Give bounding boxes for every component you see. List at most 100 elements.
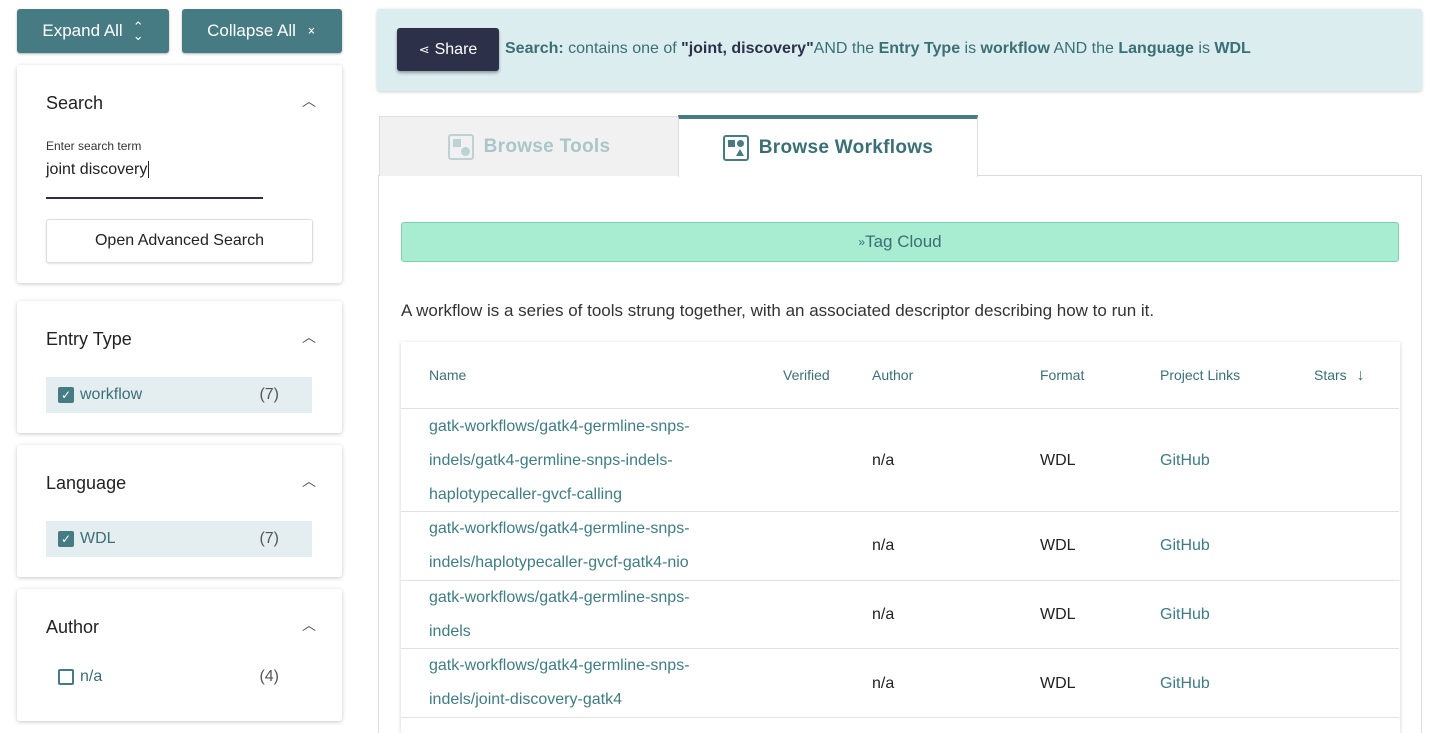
query-terms: "joint, discovery" bbox=[681, 40, 814, 57]
name-line: haplotypecaller-gvcf-calling bbox=[429, 486, 622, 503]
search-card-title: Search bbox=[46, 93, 104, 113]
language-title: Language bbox=[46, 473, 127, 493]
facet-label: workflow bbox=[80, 386, 143, 403]
entry-type-card: Entry Type ︿ ✓ workflow (7) bbox=[17, 301, 342, 433]
sort-arrow-down-icon: ↓ bbox=[1356, 367, 1365, 384]
column-header-format[interactable]: Format bbox=[1040, 367, 1084, 383]
workflow-name-link[interactable]: gatk-workflows/gatk4-germline-snps- inde… bbox=[429, 410, 729, 512]
chevron-up-icon[interactable]: ︿ bbox=[302, 615, 316, 635]
query-prefix: Search: bbox=[505, 40, 564, 57]
name-line: indels bbox=[429, 623, 471, 640]
panel-left-border bbox=[378, 175, 379, 733]
author-cell: n/a bbox=[872, 675, 895, 692]
github-link[interactable]: GitHub bbox=[1160, 675, 1210, 693]
facet-count: (7) bbox=[259, 386, 279, 403]
expand-all-button[interactable]: Expand All ⌃ ⌄ bbox=[17, 9, 169, 53]
checkbox-checked-icon[interactable]: ✓ bbox=[58, 531, 74, 547]
tab-browse-workflows[interactable]: Browse Workflows bbox=[678, 115, 978, 177]
collapse-all-button[interactable]: Collapse All ⌄ ⌃ bbox=[182, 9, 342, 53]
tab-label: Browse Tools bbox=[483, 135, 611, 157]
workflows-icon bbox=[722, 135, 749, 161]
share-icon: ⋖ bbox=[418, 41, 430, 57]
open-advanced-search-button[interactable]: Open Advanced Search bbox=[46, 219, 313, 263]
chevron-up-icon[interactable]: ︿ bbox=[302, 91, 316, 111]
double-chevron-down-icon: » bbox=[858, 235, 866, 249]
language-card: Language ︿ ✓ WDL (7) bbox=[17, 445, 342, 577]
column-header-name[interactable]: Name bbox=[429, 367, 466, 383]
chevron-up-icon[interactable]: ︿ bbox=[302, 327, 316, 347]
facet-count: (7) bbox=[259, 530, 279, 547]
query-text: AND the bbox=[1049, 40, 1119, 57]
query-text: is bbox=[960, 40, 981, 57]
query-entry-type-value: workflow bbox=[980, 40, 1050, 57]
checkbox-unchecked-icon[interactable] bbox=[58, 669, 74, 685]
query-text: contains one of bbox=[563, 40, 682, 57]
author-cell: n/a bbox=[872, 452, 895, 469]
search-query-text: Search: contains one of "joint, discover… bbox=[505, 40, 1251, 58]
table-row: gatk-workflows/gatk4-germline-snps- inde… bbox=[401, 511, 1399, 580]
results-table: Name Verified Author Format Project Link… bbox=[401, 342, 1400, 733]
table-row bbox=[401, 717, 1399, 733]
format-cell: WDL bbox=[1040, 675, 1076, 692]
name-line: gatk-workflows/gatk4-germline-snps- bbox=[429, 589, 690, 606]
format-cell: WDL bbox=[1040, 606, 1076, 623]
tag-cloud-label: Tag Cloud bbox=[865, 232, 942, 251]
column-header-author[interactable]: Author bbox=[872, 367, 913, 383]
facet-count: (4) bbox=[259, 668, 279, 685]
column-header-verified[interactable]: Verified bbox=[783, 367, 830, 383]
tab-browse-tools[interactable]: Browse Tools bbox=[379, 116, 679, 176]
name-line: gatk-workflows/gatk4-germline-snps- bbox=[429, 418, 690, 435]
facet-label: WDL bbox=[80, 530, 116, 547]
entry-type-title: Entry Type bbox=[46, 329, 132, 349]
stars-header-label: Stars bbox=[1314, 367, 1347, 383]
query-text: AND the bbox=[813, 40, 879, 57]
share-button[interactable]: ⋖ Share bbox=[397, 28, 499, 71]
name-line: gatk-workflows/gatk4-germline-snps- bbox=[429, 520, 690, 537]
facet-label: n/a bbox=[80, 668, 103, 685]
search-input-label: Enter search term bbox=[46, 139, 142, 153]
expand-chevrons-icon: ⌃ ⌄ bbox=[132, 19, 144, 43]
expand-all-label: Expand All bbox=[42, 21, 123, 40]
name-line: gatk-workflows/gatk4-germline-snps- bbox=[429, 657, 690, 674]
collapse-all-label: Collapse All bbox=[207, 21, 296, 40]
author-cell: n/a bbox=[872, 537, 895, 554]
panel-right-border bbox=[1421, 175, 1422, 733]
chevron-up-icon[interactable]: ︿ bbox=[302, 471, 316, 491]
format-cell: WDL bbox=[1040, 537, 1076, 554]
table-row: gatk-workflows/gatk4-germline-snps- inde… bbox=[401, 408, 1399, 511]
checkbox-checked-icon[interactable]: ✓ bbox=[58, 387, 74, 403]
tab-label: Browse Workflows bbox=[758, 137, 934, 158]
format-cell: WDL bbox=[1040, 452, 1076, 469]
share-label: Share bbox=[434, 40, 478, 58]
tab-divider bbox=[977, 175, 1422, 176]
tools-icon bbox=[447, 133, 474, 160]
author-cell: n/a bbox=[872, 606, 895, 623]
query-text: is bbox=[1193, 40, 1215, 57]
facet-item-workflow[interactable]: ✓ workflow (7) bbox=[46, 377, 312, 413]
github-link[interactable]: GitHub bbox=[1160, 537, 1210, 555]
collapse-chevrons-icon: ⌄ ⌃ bbox=[305, 19, 317, 43]
query-language-value: WDL bbox=[1214, 40, 1251, 57]
facet-item-na[interactable]: n/a (4) bbox=[46, 659, 312, 695]
column-header-stars[interactable]: Stars ↓ bbox=[1314, 367, 1365, 385]
author-card: Author ︿ n/a (4) bbox=[17, 589, 342, 721]
github-link[interactable]: GitHub bbox=[1160, 452, 1210, 470]
tag-cloud-toggle[interactable]: » Tag Cloud bbox=[401, 222, 1399, 262]
name-line: indels/gatk4-germline-snps-indels- bbox=[429, 452, 673, 469]
name-line: indels/joint-discovery-gatk4 bbox=[429, 691, 622, 708]
name-line: indels/haplotypecaller-gvcf-gatk4-nio bbox=[429, 554, 689, 571]
search-summary-bar: ⋖ Share Search: contains one of "joint, … bbox=[377, 9, 1422, 91]
workflow-name-link[interactable]: gatk-workflows/gatk4-germline-snps- inde… bbox=[429, 581, 729, 649]
search-input-value: joint discovery bbox=[46, 161, 148, 178]
workflow-name-link[interactable]: gatk-workflows/gatk4-germline-snps- inde… bbox=[429, 512, 729, 580]
facet-item-wdl[interactable]: ✓ WDL (7) bbox=[46, 521, 312, 557]
workflow-name-link[interactable]: gatk-workflows/gatk4-germline-snps- inde… bbox=[429, 649, 729, 717]
workflow-description: A workflow is a series of tools strung t… bbox=[401, 301, 1155, 320]
search-input[interactable]: joint discovery bbox=[46, 161, 263, 199]
query-entry-type-label: Entry Type bbox=[878, 40, 961, 57]
table-row: gatk-workflows/gatk4-germline-snps- inde… bbox=[401, 580, 1399, 649]
query-language-label: Language bbox=[1118, 40, 1194, 57]
github-link[interactable]: GitHub bbox=[1160, 606, 1210, 624]
search-card: Search ︿ Enter search term joint discove… bbox=[17, 65, 342, 283]
column-header-project-links[interactable]: Project Links bbox=[1160, 367, 1240, 383]
